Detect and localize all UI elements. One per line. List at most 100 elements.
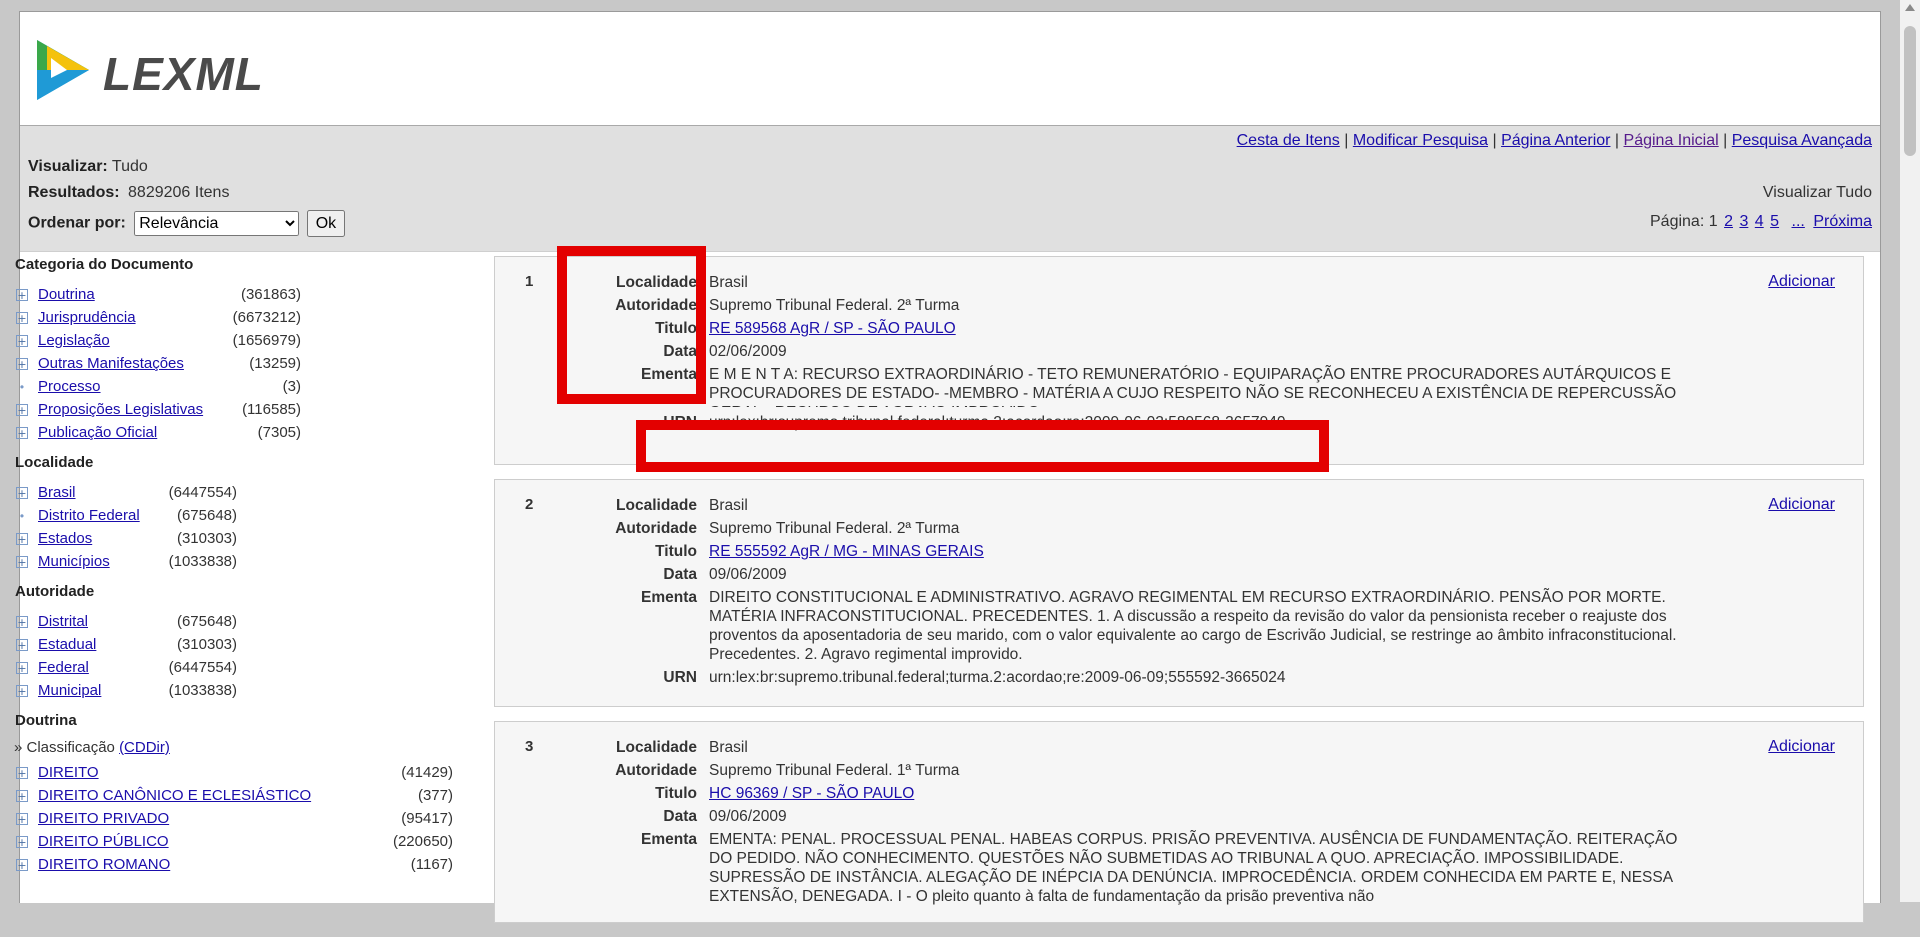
result-title-link[interactable]: HC 96369 / SP - SÃO PAULO: [709, 785, 914, 802]
scroll-up-arrow-icon[interactable]: [1905, 4, 1915, 11]
facet-item: + Federal (6447554): [15, 656, 237, 679]
link-pesquisa-avancada[interactable]: Pesquisa Avançada: [1732, 132, 1872, 149]
expand-plus-icon[interactable]: +: [16, 835, 28, 848]
field-ementa: E M E N T A: RECURSO EXTRAORDINÁRIO - TE…: [709, 366, 1677, 407]
lexml-logo[interactable]: LEXML: [37, 38, 287, 107]
ok-button[interactable]: Ok: [306, 210, 346, 237]
result-number: 1: [525, 273, 534, 290]
facet-item: • Distrito Federal (675648): [15, 504, 237, 527]
result-card: 2 Adicionar Localidade Brasil Autoridade S…: [494, 479, 1864, 707]
field-localidade: Brasil: [709, 497, 748, 514]
top-links: Cesta de Itens | Modificar Pesquisa | Pá…: [1236, 132, 1872, 149]
add-button[interactable]: Adicionar: [1768, 738, 1835, 756]
link-pagina-inicial[interactable]: Página Inicial: [1624, 132, 1719, 149]
field-data: 02/06/2009: [709, 343, 787, 360]
facet-item: + Municípios (1033838): [15, 550, 237, 573]
facet-count: (6673212): [232, 309, 301, 326]
expand-plus-icon[interactable]: +: [16, 288, 28, 301]
facet-item: • Processo (3): [15, 375, 301, 398]
facet-link[interactable]: Municípios: [38, 553, 110, 570]
field-label: Titulo: [655, 543, 697, 560]
expand-plus-icon[interactable]: +: [16, 532, 28, 545]
link-cesta-de-itens[interactable]: Cesta de Itens: [1237, 132, 1340, 149]
facet-link[interactable]: Estadual: [38, 636, 96, 653]
link-pagina-anterior[interactable]: Página Anterior: [1501, 132, 1610, 149]
expand-plus-icon[interactable]: +: [16, 555, 28, 568]
expand-plus-icon[interactable]: +: [16, 334, 28, 347]
facet-link[interactable]: DIREITO ROMANO: [38, 856, 170, 873]
expand-plus-icon[interactable]: +: [16, 858, 28, 871]
facet-link[interactable]: DIREITO: [38, 764, 99, 781]
facet-link[interactable]: Legislação: [38, 332, 110, 349]
field-data: 09/06/2009: [709, 808, 787, 825]
expand-plus-icon[interactable]: +: [16, 812, 28, 825]
facet-link[interactable]: Jurisprudência: [38, 309, 136, 326]
expand-plus-icon[interactable]: +: [16, 661, 28, 674]
facet-link[interactable]: Distrital: [38, 613, 88, 630]
add-button[interactable]: Adicionar: [1768, 273, 1835, 291]
facet-link[interactable]: Municipal: [38, 682, 101, 699]
facet-link[interactable]: Proposições Legislativas: [38, 401, 203, 418]
facet-link[interactable]: Outras Manifestações: [38, 355, 184, 372]
field-label: Data: [663, 566, 697, 583]
scroll-thumb[interactable]: [1904, 26, 1916, 156]
expand-plus-icon[interactable]: +: [16, 403, 28, 416]
expand-plus-icon[interactable]: +: [16, 684, 28, 697]
expand-plus-icon[interactable]: +: [16, 357, 28, 370]
facet-item: + Estadual (310303): [15, 633, 237, 656]
facet-link[interactable]: Processo: [38, 378, 101, 395]
vertical-scrollbar[interactable]: [1900, 0, 1920, 902]
result-title-link[interactable]: RE 555592 AgR / MG - MINAS GERAIS: [709, 543, 984, 560]
facet-title: Doutrina: [15, 712, 77, 729]
facet-link[interactable]: Estados: [38, 530, 92, 547]
pager-more[interactable]: ...: [1792, 213, 1805, 230]
bullet-dot-icon: •: [19, 508, 25, 523]
pager-page-3[interactable]: 3: [1739, 213, 1748, 230]
facet-title: Autoridade: [15, 583, 95, 600]
expand-plus-icon[interactable]: +: [16, 426, 28, 439]
expand-plus-icon[interactable]: +: [16, 486, 28, 499]
facet-item: + DIREITO PRIVADO (95417): [15, 807, 453, 830]
link-modificar-pesquisa[interactable]: Modificar Pesquisa: [1353, 132, 1488, 149]
expand-plus-icon[interactable]: +: [16, 766, 28, 779]
facet-item: + Estados (310303): [15, 527, 237, 550]
result-title-link[interactable]: RE 589568 AgR / SP - SÃO PAULO: [709, 320, 956, 337]
facet-link[interactable]: DIREITO PRIVADO: [38, 810, 169, 827]
facet-link[interactable]: DIREITO CANÔNICO E ECLESIÁSTICO: [38, 787, 311, 804]
facet-count: (675648): [176, 507, 237, 524]
facet-link[interactable]: Distrito Federal: [38, 507, 140, 524]
field-label: Titulo: [655, 785, 697, 802]
add-button[interactable]: Adicionar: [1768, 496, 1835, 514]
facet-item: + DIREITO (41429): [15, 761, 453, 784]
field-label: URN: [663, 669, 697, 686]
facet-link[interactable]: Brasil: [38, 484, 76, 501]
facet-link[interactable]: Publicação Oficial: [38, 424, 157, 441]
expand-plus-icon[interactable]: +: [16, 615, 28, 628]
expand-plus-icon[interactable]: +: [16, 789, 28, 802]
expand-plus-icon[interactable]: +: [16, 311, 28, 324]
facet-count: (310303): [176, 530, 237, 547]
pager-page-4[interactable]: 4: [1755, 213, 1764, 230]
expand-plus-icon[interactable]: +: [16, 638, 28, 651]
facet-item: + Proposições Legislativas (116585): [15, 398, 301, 421]
facet-count: (95417): [401, 810, 453, 827]
facet-link[interactable]: Doutrina: [38, 286, 95, 303]
pager-page-5[interactable]: 5: [1770, 213, 1779, 230]
field-label: Ementa: [641, 589, 697, 606]
facet-count: (1167): [410, 856, 453, 873]
facet-item: + Outras Manifestações (13259): [15, 352, 301, 375]
facet-count: (220650): [392, 833, 453, 850]
facet-link[interactable]: Federal: [38, 659, 89, 676]
cddir-link[interactable]: (CDDir): [119, 739, 170, 756]
results-value: 8829206 Itens: [128, 184, 230, 201]
facet-item: + Municipal (1033838): [15, 679, 237, 702]
facet-link[interactable]: DIREITO PÚBLICO: [38, 833, 169, 850]
facet-sidebar: Categoria do Documento + Doutrina (361863)…: [14, 256, 475, 880]
facet-count: (1033838): [168, 553, 237, 570]
field-label: Data: [663, 808, 697, 825]
facet-title: Localidade: [15, 454, 94, 471]
pager-page-2[interactable]: 2: [1724, 213, 1733, 230]
pager-next[interactable]: Próxima: [1813, 213, 1872, 230]
sort-select[interactable]: Relevância: [134, 210, 300, 236]
field-ementa: EMENTA: PENAL. PROCESSUAL PENAL. HABEAS …: [709, 831, 1678, 905]
